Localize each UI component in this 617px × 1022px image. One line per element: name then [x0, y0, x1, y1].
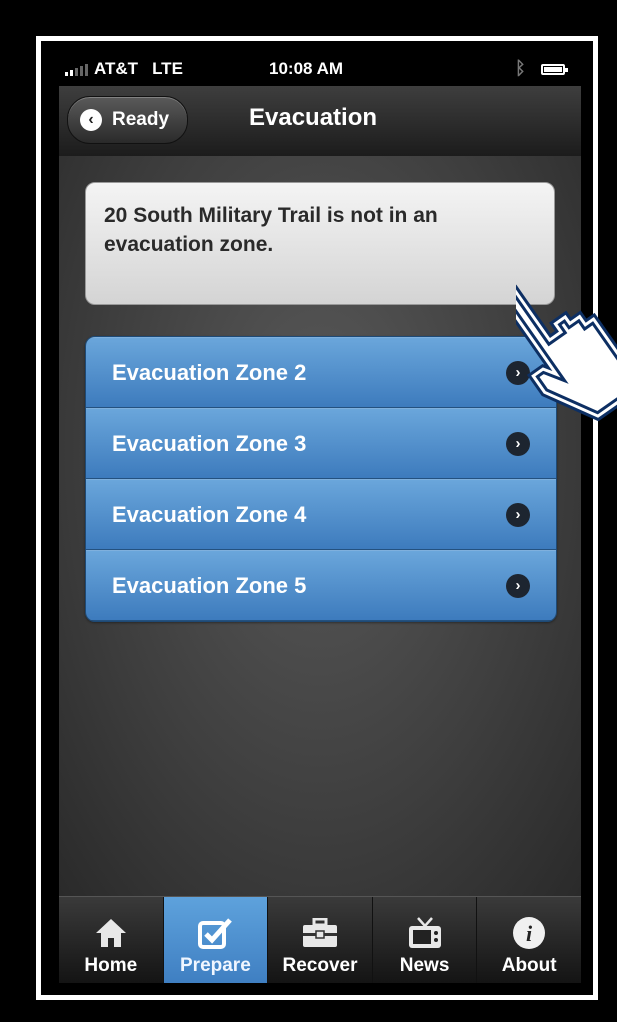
status-time: 10:08 AM	[269, 59, 344, 78]
chevron-right-icon: ›	[506, 573, 530, 598]
zone-item[interactable]: Evacuation Zone 2 ›	[86, 337, 556, 408]
carrier-info: AT&T LTE	[65, 59, 183, 79]
main-content: 20 South Military Trail is not in an eva…	[59, 156, 581, 896]
tab-recover[interactable]: Recover	[268, 897, 373, 983]
info-icon: i	[512, 913, 546, 953]
nav-bar: ‹ Ready Evacuation	[59, 86, 581, 157]
tab-label: Prepare	[180, 955, 251, 976]
zone-label: Evacuation Zone 5	[112, 572, 307, 598]
tab-news[interactable]: News	[373, 897, 478, 983]
tab-bar: Home Prepare Recover News i About	[59, 896, 581, 983]
network-type: LTE	[152, 59, 183, 78]
status-bar: AT&T LTE 10:08 AM ᛒ	[59, 56, 581, 86]
back-button-label: Ready	[112, 109, 170, 130]
pointer-hand-icon	[516, 284, 617, 422]
checkbox-icon	[197, 913, 233, 953]
tab-label: About	[501, 955, 557, 976]
battery-icon	[541, 64, 568, 75]
chevron-left-icon: ‹	[80, 109, 102, 131]
carrier-name: AT&T	[94, 59, 139, 78]
home-icon	[94, 913, 128, 953]
chevron-right-icon: ›	[506, 502, 530, 527]
tab-prepare[interactable]: Prepare	[163, 897, 269, 983]
page-title: Evacuation	[249, 104, 378, 131]
tab-label: Home	[84, 955, 138, 976]
evacuation-notice: 20 South Military Trail is not in an eva…	[85, 182, 555, 305]
signal-icon	[65, 62, 88, 76]
svg-text:i: i	[526, 921, 533, 946]
zone-label: Evacuation Zone 3	[112, 430, 307, 456]
toolbox-icon	[302, 913, 338, 953]
tab-label: News	[399, 955, 450, 976]
tab-about[interactable]: i About	[477, 897, 581, 983]
zone-label: Evacuation Zone 2	[112, 359, 307, 385]
zone-label: Evacuation Zone 4	[112, 501, 307, 527]
zone-item[interactable]: Evacuation Zone 3 ›	[86, 408, 556, 479]
tab-label: Recover	[282, 955, 358, 976]
tv-icon	[408, 913, 442, 953]
zone-item[interactable]: Evacuation Zone 5 ›	[86, 550, 556, 621]
zone-list: Evacuation Zone 2 › Evacuation Zone 3 › …	[85, 336, 557, 622]
back-button[interactable]: ‹ Ready	[67, 96, 189, 144]
tab-home[interactable]: Home	[59, 897, 164, 983]
zone-item[interactable]: Evacuation Zone 4 ›	[86, 479, 556, 550]
bluetooth-icon: ᛒ	[515, 58, 526, 78]
